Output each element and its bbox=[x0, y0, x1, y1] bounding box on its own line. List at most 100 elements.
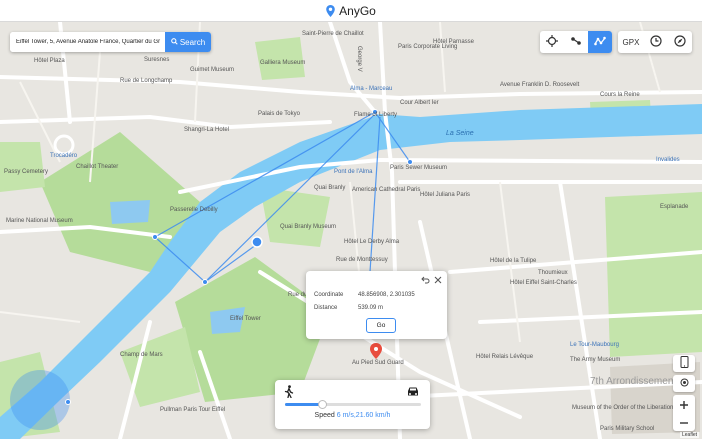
two-spot-mode-button[interactable] bbox=[564, 31, 588, 53]
map-label: Saint-Pierre de Chaillot bbox=[302, 31, 364, 37]
search-bar: Search bbox=[10, 32, 211, 52]
close-icon bbox=[434, 276, 442, 286]
map-label: Hôtel Plaza bbox=[34, 58, 65, 64]
map-label: Le Tour-Maubourg bbox=[570, 342, 619, 348]
mode-toolbar: GPX bbox=[540, 31, 692, 53]
clock-icon bbox=[650, 34, 662, 50]
map-label: Trocadéro bbox=[50, 153, 78, 159]
locate-icon bbox=[679, 377, 690, 391]
map-label: Suresnes bbox=[144, 57, 170, 63]
park-esplanade-invalides bbox=[605, 192, 702, 357]
map-label: Quai Branly bbox=[314, 185, 346, 191]
app-title: AnyGo bbox=[339, 3, 376, 18]
search-input[interactable] bbox=[10, 32, 165, 52]
history-button[interactable] bbox=[644, 31, 668, 53]
distance-value: 539.09 m bbox=[358, 305, 384, 311]
map-label: Pullman Paris Tour Eiffel bbox=[160, 407, 226, 413]
map-label: Palais de Tokyo bbox=[258, 111, 300, 117]
minus-icon bbox=[680, 415, 688, 430]
park-passy-cemetery bbox=[0, 142, 45, 192]
multi-spot-mode-button[interactable] bbox=[588, 31, 612, 53]
current-location-marker bbox=[251, 236, 263, 248]
gpx-button[interactable]: GPX bbox=[618, 31, 644, 53]
map-label: Shangri-La Hotel bbox=[184, 127, 230, 133]
plus-icon bbox=[680, 397, 688, 412]
map-label: Champ de Mars bbox=[120, 352, 163, 358]
map-label: Cours la Reine bbox=[600, 92, 640, 98]
map-label: The Army Museum bbox=[570, 357, 621, 363]
go-button[interactable]: Go bbox=[366, 318, 396, 333]
route-mode-group bbox=[540, 31, 612, 53]
park-galliera bbox=[255, 37, 305, 80]
extra-tools-group: GPX bbox=[618, 31, 692, 53]
locate-me-button[interactable] bbox=[673, 375, 695, 392]
map-label: Hôtel Eiffel Saint-Charles bbox=[510, 280, 577, 286]
map-label: Paris Military School bbox=[600, 426, 655, 432]
crosshair-icon bbox=[546, 34, 558, 50]
map-label: Quai Branly Museum bbox=[280, 224, 337, 230]
map-label: Avenue Franklin D. Roosevelt bbox=[500, 82, 580, 88]
car-icon[interactable] bbox=[406, 386, 420, 400]
map-label: Eiffel Tower bbox=[230, 316, 261, 322]
map-view[interactable]: Saint-Pierre de Chaillot Hôtel Plaza Par… bbox=[0, 22, 702, 439]
teleport-mode-button[interactable] bbox=[540, 31, 564, 53]
speed-label: Speed bbox=[314, 412, 335, 419]
phone-icon bbox=[680, 356, 689, 371]
map-label: Passerelle Debilly bbox=[170, 207, 218, 213]
speed-slider-handle[interactable] bbox=[317, 400, 327, 409]
map-label: Passy Cemetery bbox=[4, 169, 49, 175]
map-label: Cour Albert Ier bbox=[400, 100, 439, 106]
device-button[interactable] bbox=[673, 355, 695, 372]
map-label: Esplanade bbox=[660, 204, 689, 210]
undo-icon bbox=[421, 276, 430, 286]
speed-slider[interactable] bbox=[285, 400, 421, 409]
compass-icon bbox=[674, 34, 686, 50]
map-attribution[interactable]: Leaflet bbox=[679, 432, 699, 438]
undo-button[interactable] bbox=[421, 276, 430, 286]
map-label: Alma - Marceau bbox=[350, 86, 393, 92]
search-icon bbox=[170, 37, 178, 47]
distance-label: Distance bbox=[314, 305, 338, 311]
speed-readout: Speed 6 m/s,21.60 km/h bbox=[275, 412, 430, 419]
map-label: Pont de l'Alma bbox=[334, 169, 373, 175]
map-label: Hôtel Juliana Paris bbox=[420, 192, 471, 198]
speed-value: 6 m/s,21.60 km/h bbox=[336, 412, 391, 419]
map-label: Marine National Museum bbox=[6, 218, 73, 224]
map-label: Hôtel Parnasse bbox=[433, 39, 475, 45]
coordinate-value: 48.856908, 2.301035 bbox=[358, 292, 415, 298]
window-titlebar: AnyGo bbox=[0, 0, 702, 22]
search-button[interactable]: Search bbox=[165, 32, 211, 52]
map-label: George V bbox=[356, 46, 362, 72]
move-confirm-popup: Coordinate 48.856908, 2.301035 Distance … bbox=[306, 271, 447, 339]
multi-spot-route-icon bbox=[594, 35, 606, 50]
walking-icon[interactable] bbox=[284, 385, 294, 401]
map-label: Hôtel Relais Lévêque bbox=[476, 354, 534, 360]
map-label: Museum of the Order of the Liberation bbox=[572, 405, 674, 411]
zoom-out-button[interactable] bbox=[673, 413, 695, 431]
map-label: Chaillot Theater bbox=[76, 164, 119, 170]
zoom-in-button[interactable] bbox=[673, 395, 695, 413]
distance-row: Distance 539.09 m bbox=[314, 305, 383, 311]
search-button-label: Search bbox=[179, 37, 206, 47]
close-button[interactable] bbox=[434, 276, 442, 286]
pond-trocadero bbox=[110, 200, 150, 224]
speed-slider-fill bbox=[285, 403, 322, 406]
map-label: Invalides bbox=[656, 157, 680, 163]
coordinate-row: Coordinate 48.856908, 2.301035 bbox=[314, 292, 415, 298]
map-label: Hôtel de la Tulipe bbox=[490, 258, 537, 264]
map-label: 7th Arrondissement bbox=[590, 376, 677, 387]
map-label: Rue de Longchamp bbox=[120, 78, 173, 84]
map-label: Guimet Museum bbox=[190, 67, 235, 73]
compass-button[interactable] bbox=[668, 31, 692, 53]
location-pin-icon bbox=[326, 4, 335, 17]
map-label: Flame of Liberty bbox=[354, 112, 398, 118]
speed-panel: Speed 6 m/s,21.60 km/h bbox=[275, 380, 430, 429]
map-label: American Cathedral Paris bbox=[352, 187, 421, 193]
map-label: Au Pied Sud Guard bbox=[352, 360, 404, 366]
map-label: Thoumieux bbox=[538, 270, 568, 276]
two-spot-route-icon bbox=[570, 35, 582, 50]
map-label: Hôtel Le Derby Alma bbox=[344, 239, 400, 245]
map-label: Galliera Museum bbox=[260, 60, 306, 66]
zoom-control bbox=[673, 395, 695, 431]
map-label: Paris Sewer Museum bbox=[390, 165, 448, 171]
